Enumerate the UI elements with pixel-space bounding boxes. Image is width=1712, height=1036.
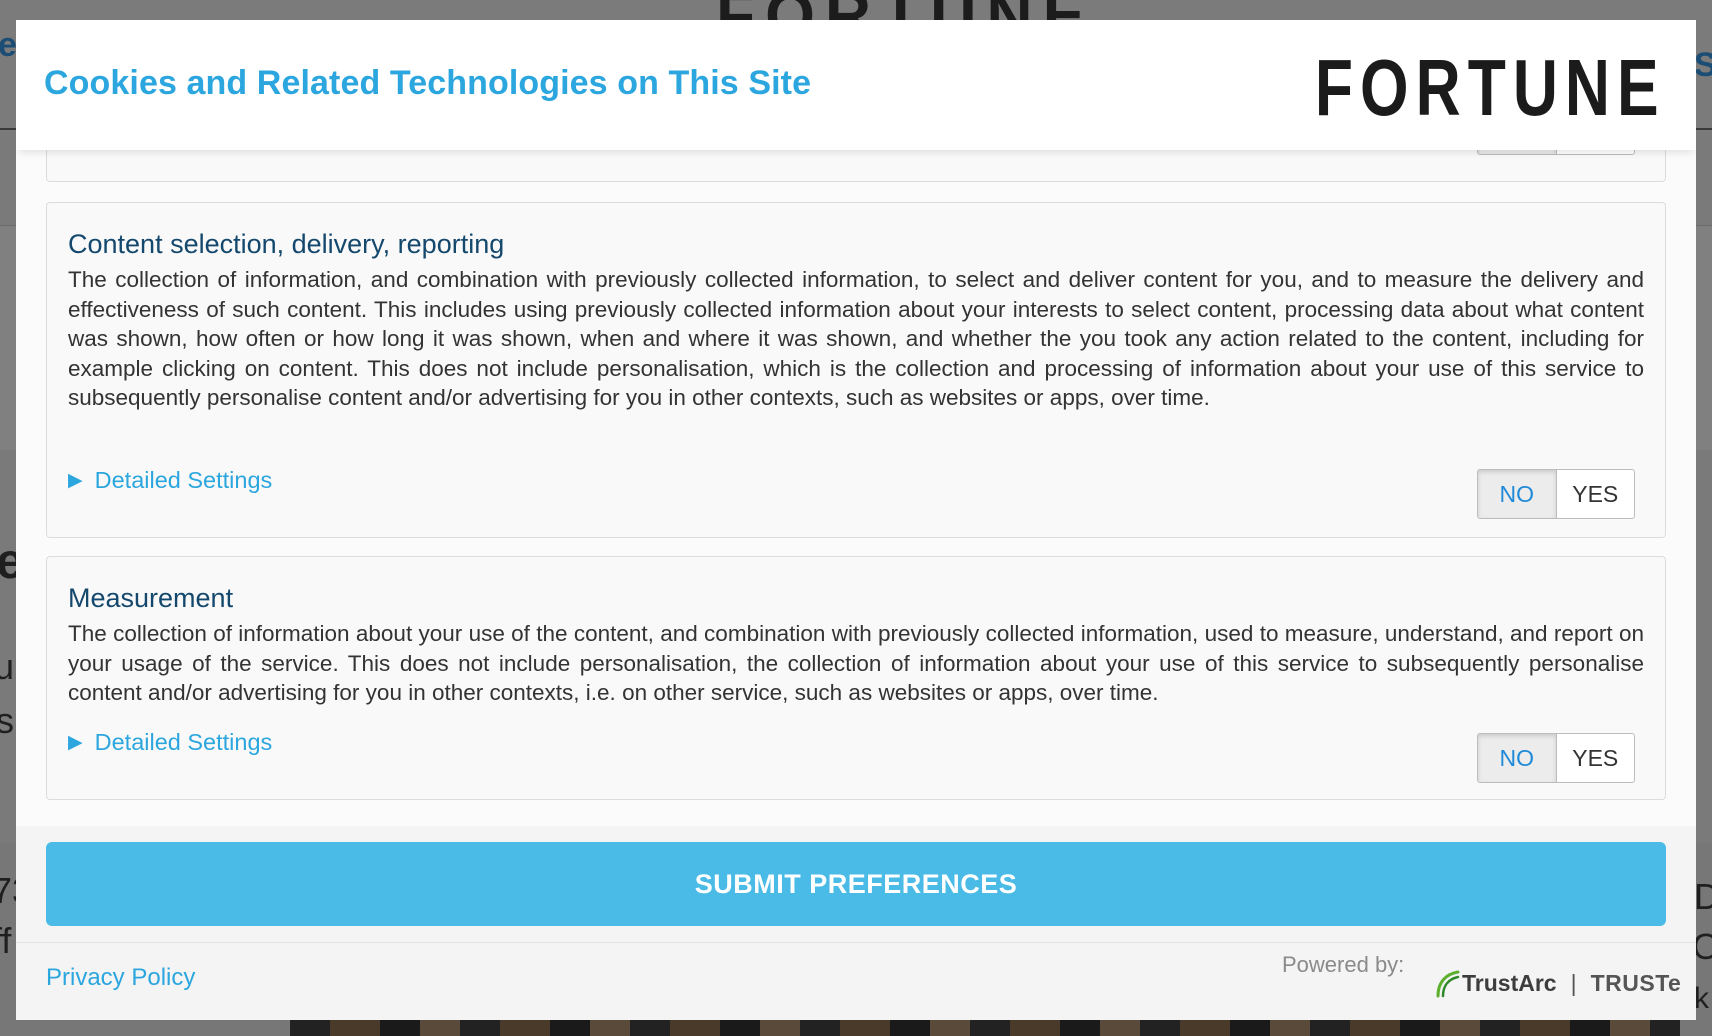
previous-category-toggle[interactable] — [1477, 150, 1635, 155]
truste-text: TRUSTe — [1590, 969, 1682, 996]
modal-header: Cookies and Related Technologies on This… — [16, 20, 1696, 150]
content-selection-toggle[interactable]: NO YES — [1477, 469, 1635, 519]
fortune-logo: FORTUNE — [1315, 43, 1666, 132]
measurement-toggle[interactable]: NO YES — [1477, 733, 1635, 783]
background-text-fragment: u — [0, 646, 15, 687]
toggle-yes-option[interactable]: YES — [1557, 734, 1635, 782]
previous-category-section — [46, 150, 1666, 182]
section-title: Content selection, delivery, reporting — [68, 229, 505, 259]
triangle-right-icon: ▶ — [68, 732, 83, 753]
modal-title: Cookies and Related Technologies on This… — [44, 64, 812, 102]
trustarc-truste-logo[interactable]: TrustArc | TRUSTe — [1434, 968, 1681, 998]
detailed-settings-link[interactable]: ▶ Detailed Settings — [68, 467, 272, 494]
footer-divider — [16, 942, 1696, 943]
privacy-policy-link[interactable]: Privacy Policy — [46, 964, 195, 992]
toggle-no-option[interactable] — [1478, 150, 1557, 154]
detailed-settings-link[interactable]: ▶ Detailed Settings — [68, 729, 272, 756]
toggle-yes-option[interactable] — [1557, 150, 1635, 154]
trustarc-text: TrustArc — [1462, 969, 1557, 996]
background-text-fragment: s — [0, 700, 14, 741]
category-section-measurement: Measurement The collection of informatio… — [46, 556, 1666, 800]
section-description: The collection of information about your… — [68, 621, 1644, 706]
submit-preferences-button[interactable]: SUBMIT PREFERENCES — [46, 842, 1666, 926]
background-text-fragment: D — [1694, 876, 1712, 917]
background-text-fragment: ff — [0, 920, 12, 961]
toggle-no-option[interactable]: NO — [1478, 470, 1557, 518]
section-description: The collection of information, and combi… — [68, 267, 1644, 411]
trustarc-swoosh-icon — [1436, 970, 1460, 998]
toggle-no-option[interactable]: NO — [1478, 734, 1557, 782]
background-text-fragment: e — [0, 26, 17, 64]
background-text-fragment: S — [1694, 46, 1712, 84]
toggle-yes-option[interactable]: YES — [1557, 470, 1635, 518]
background-text-fragment: k — [1694, 982, 1709, 1015]
section-title: Measurement — [68, 583, 234, 613]
modal-footer: SUBMIT PREFERENCES Privacy Policy Powere… — [16, 826, 1696, 1020]
powered-by-label: Powered by: — [1282, 952, 1405, 977]
triangle-right-icon: ▶ — [68, 470, 83, 491]
detailed-settings-label: Detailed Settings — [94, 467, 273, 493]
cookie-preferences-modal: Cookies and Related Technologies on This… — [16, 20, 1696, 1020]
category-section-content-selection: Content selection, delivery, reporting T… — [46, 202, 1666, 538]
logo-separator: | — [1570, 969, 1577, 996]
detailed-settings-label: Detailed Settings — [94, 729, 273, 755]
modal-scroll-body[interactable]: Content selection, delivery, reporting T… — [16, 150, 1696, 826]
